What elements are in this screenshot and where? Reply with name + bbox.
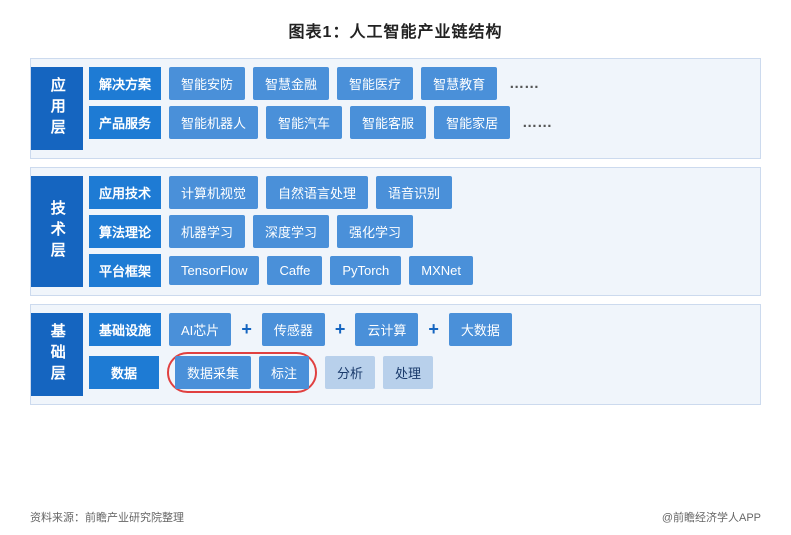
cell-row-algorithm-1: 深度学习 <box>253 215 329 248</box>
cell-row-platform-3: MXNet <box>409 256 473 285</box>
cell-row-data-2: 分析 <box>325 356 375 389</box>
row-label-row-solution: 解决方案 <box>89 67 161 100</box>
layer-label-wrap-application-layer: 应用层 <box>31 67 83 150</box>
cell-row-data-1: 标注 <box>259 356 309 389</box>
dots-row-product: …… <box>518 107 556 138</box>
section-application-layer: 应用层解决方案智能安防智慧金融智能医疗智慧教育……产品服务智能机器人智能汽车智能… <box>30 58 761 159</box>
layer-label-application-layer: 应用层 <box>31 67 83 150</box>
section-tech-layer: 技术层应用技术计算机视觉自然语言处理语音识别算法理论机器学习深度学习强化学习平台… <box>30 167 761 296</box>
row-row-product: 产品服务智能机器人智能汽车智能客服智能家居 …… <box>89 106 752 139</box>
cell-row-infra-0: AI芯片 <box>169 313 231 346</box>
cell-row-product-3: 智能家居 <box>434 106 510 139</box>
row-label-row-apptech: 应用技术 <box>89 176 161 209</box>
cell-row-data-0: 数据采集 <box>175 356 251 389</box>
cell-row-infra-3: 大数据 <box>449 313 512 346</box>
cell-row-algorithm-0: 机器学习 <box>169 215 245 248</box>
plus-sign-row-infra-1: + <box>239 319 254 340</box>
cell-row-solution-2: 智能医疗 <box>337 67 413 100</box>
row-label-row-product: 产品服务 <box>89 106 161 139</box>
cell-row-product-2: 智能客服 <box>350 106 426 139</box>
circled-group: 数据采集标注 <box>167 352 317 393</box>
cell-row-apptech-2: 语音识别 <box>376 176 452 209</box>
section-base-layer: 基础层基础设施AI芯片 + 传感器 + 云计算 + 大数据数据数据采集标注分析处理 <box>30 304 761 405</box>
cell-row-product-1: 智能汽车 <box>266 106 342 139</box>
cell-row-product-0: 智能机器人 <box>169 106 258 139</box>
layer-label-wrap-base-layer: 基础层 <box>31 313 83 396</box>
cell-row-solution-1: 智慧金融 <box>253 67 329 100</box>
row-label-row-algorithm: 算法理论 <box>89 215 161 248</box>
diagram: 应用层解决方案智能安防智慧金融智能医疗智慧教育……产品服务智能机器人智能汽车智能… <box>30 58 761 499</box>
cell-row-data-3: 处理 <box>383 356 433 389</box>
section-inner-base-layer: 基础设施AI芯片 + 传感器 + 云计算 + 大数据数据数据采集标注分析处理 <box>89 313 752 396</box>
cell-row-apptech-1: 自然语言处理 <box>266 176 368 209</box>
footer-source: 资料来源：前瞻产业研究院整理 <box>30 509 184 525</box>
row-row-algorithm: 算法理论机器学习深度学习强化学习 <box>89 215 752 248</box>
plus-sign-row-infra-3: + <box>426 319 441 340</box>
row-row-apptech: 应用技术计算机视觉自然语言处理语音识别 <box>89 176 752 209</box>
layer-label-wrap-tech-layer: 技术层 <box>31 176 83 287</box>
cell-row-platform-1: Caffe <box>267 256 322 285</box>
row-label-row-data: 数据 <box>89 356 159 389</box>
section-inner-tech-layer: 应用技术计算机视觉自然语言处理语音识别算法理论机器学习深度学习强化学习平台框架T… <box>89 176 752 287</box>
section-inner-application-layer: 解决方案智能安防智慧金融智能医疗智慧教育……产品服务智能机器人智能汽车智能客服智… <box>89 67 752 150</box>
row-label-row-infra: 基础设施 <box>89 313 161 346</box>
cell-row-solution-3: 智慧教育 <box>421 67 497 100</box>
dots-row-solution: …… <box>505 68 543 99</box>
layer-label-base-layer: 基础层 <box>31 313 83 396</box>
cell-row-infra-2: 云计算 <box>355 313 418 346</box>
row-row-infra: 基础设施AI芯片 + 传感器 + 云计算 + 大数据 <box>89 313 752 346</box>
layer-label-tech-layer: 技术层 <box>31 176 83 287</box>
footer-brand: @前瞻经济学人APP <box>662 509 761 525</box>
page-title: 图表1：人工智能产业链结构 <box>289 18 503 42</box>
cell-row-apptech-0: 计算机视觉 <box>169 176 258 209</box>
cell-row-solution-0: 智能安防 <box>169 67 245 100</box>
cell-row-platform-2: PyTorch <box>330 256 401 285</box>
row-row-solution: 解决方案智能安防智慧金融智能医疗智慧教育 …… <box>89 67 752 100</box>
row-row-platform: 平台框架 TensorFlow Caffe PyTorch MXNet <box>89 254 752 287</box>
plus-sign-row-infra-2: + <box>333 319 348 340</box>
cell-row-algorithm-2: 强化学习 <box>337 215 413 248</box>
row-label-row-platform: 平台框架 <box>89 254 161 287</box>
cell-row-platform-0: TensorFlow <box>169 256 259 285</box>
row-row-data: 数据数据采集标注分析处理 <box>89 352 752 393</box>
cell-row-infra-1: 传感器 <box>262 313 325 346</box>
